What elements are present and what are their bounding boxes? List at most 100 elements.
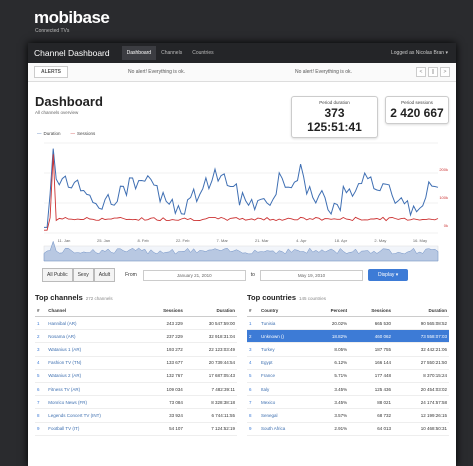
table-cell: 243 229	[143, 316, 185, 331]
row-link[interactable]: Fashion TV (TN)	[48, 360, 81, 365]
top-channels-table: # Channel Sessions Duration 1 Hannibal (A…	[35, 305, 237, 436]
table-row[interactable]: 2 Unknown () 18.82% 460 062 73 558:07:03	[247, 329, 449, 344]
row-link[interactable]: Nosama (AR)	[48, 334, 75, 339]
to-date-input[interactable]: May 19, 2010	[259, 269, 363, 281]
table-row[interactable]: 6 Fitness TV (AR) 109 034 7 482:39:11	[35, 382, 237, 397]
next-alert-button[interactable]: >	[440, 67, 450, 77]
table-cell: 7 482:39:11	[184, 382, 237, 397]
table-row[interactable]: 3 Watanius 1 (AR) 193 272 22 123:03:49	[35, 342, 237, 357]
table-cell: Egypt	[259, 356, 312, 370]
table-row[interactable]: 4 Egypt 6.12% 166 144 27 550:21:50	[247, 356, 449, 370]
table-cell: 10 468:50:31	[393, 422, 449, 436]
table-cell: 3	[35, 342, 47, 357]
table-cell: 187 755	[349, 342, 394, 357]
table-cell: 24 174:57:58	[393, 395, 449, 410]
filter-adult-button[interactable]: Adult	[93, 268, 116, 282]
x-axis-tick-label: 25. Jan	[97, 238, 110, 243]
column-header[interactable]: Sessions	[349, 305, 394, 317]
table-cell: 33 924	[143, 408, 185, 423]
table-cell: Turkey	[259, 342, 312, 357]
row-link[interactable]: Mexico	[261, 400, 275, 405]
table-cell: 237 229	[143, 329, 185, 344]
top-channels-heading: Top channels	[35, 293, 83, 302]
row-link[interactable]: Turkey	[261, 347, 275, 352]
sessions-series-line	[44, 154, 439, 231]
top-countries-table: # Country Percent Sessions Duration 1 Tun…	[247, 305, 449, 436]
table-row[interactable]: 5 Watanius 2 (AR) 132 767 17 687:05:43	[35, 369, 237, 383]
table-row[interactable]: 2 Nosama (AR) 237 229 32 918:31:04	[35, 329, 237, 344]
table-row[interactable]: 7 Monrico News (FR) 73 084 8 328:38:18	[35, 395, 237, 410]
to-label: to	[250, 272, 255, 278]
legend-sessions[interactable]: Sessions	[71, 131, 95, 136]
table-row[interactable]: 3 Turkey 8.05% 187 755 32 442:21:06	[247, 342, 449, 357]
row-link[interactable]: Fitness TV (AR)	[48, 387, 80, 392]
channels-count: 272 channels	[85, 296, 113, 301]
table-row[interactable]: 8 Legends Concert TV (INT) 33 924 6 744:11:…	[35, 408, 237, 423]
table-cell: 665 530	[349, 316, 394, 331]
table-cell: Unknown ()	[259, 329, 312, 344]
table-cell: 6 744:11:55	[184, 408, 237, 423]
x-axis-tick-label: 16. May	[413, 238, 427, 243]
table-row[interactable]: 6 Italy 3.45% 125 436 20 454:03:02	[247, 382, 449, 397]
tab-channels[interactable]: Channels	[156, 46, 187, 60]
column-header[interactable]: Percent	[311, 305, 350, 317]
column-header[interactable]: Sessions	[143, 305, 185, 317]
row-link[interactable]: Italy	[261, 387, 269, 392]
table-cell: Watanius 1 (AR)	[46, 342, 144, 357]
user-menu[interactable]: Logged as Nicolas Bran ▾	[391, 50, 448, 56]
table-cell: 133 677	[143, 356, 185, 370]
row-link[interactable]: France	[261, 373, 275, 378]
column-header[interactable]: Duration	[184, 305, 237, 317]
table-row[interactable]: 1 Tunisia 20.02% 665 530 90 565:08:52	[247, 316, 449, 331]
table-cell: 90 565:08:52	[393, 316, 449, 331]
table-cell: 7	[247, 395, 260, 410]
row-link[interactable]: Watanius 1 (AR)	[48, 347, 81, 352]
row-link[interactable]: Legends Concert TV (INT)	[48, 413, 101, 418]
alert-message: No alert! Everything is ok.	[294, 69, 352, 75]
column-header[interactable]: #	[247, 305, 260, 317]
x-axis-tick-label: 8. Feb	[137, 238, 149, 243]
table-cell: Senegal	[259, 408, 312, 423]
pause-alert-button[interactable]: ||	[428, 67, 438, 77]
legend-duration[interactable]: Duration	[37, 131, 61, 136]
table-cell: 20 454:03:02	[393, 382, 449, 397]
row-link[interactable]: Senegal	[261, 413, 278, 418]
table-cell: 22 123:03:49	[184, 342, 237, 357]
row-link[interactable]: Hannibal (AR)	[48, 321, 76, 326]
display-button[interactable]: Display ▾	[367, 269, 409, 281]
filter-all-public-button[interactable]: All Public	[42, 268, 73, 282]
x-axis-tick-label: 11. Jan	[58, 238, 71, 243]
tab-countries[interactable]: Countries	[187, 46, 218, 60]
row-link[interactable]: Egypt	[261, 360, 273, 365]
row-link[interactable]: Watanius 2 (AR)	[48, 373, 81, 378]
row-link[interactable]: Unknown ()	[261, 334, 284, 339]
table-row[interactable]: 8 Senegal 3.57% 68 732 12 199:26:15	[247, 408, 449, 423]
row-link[interactable]: Monrico News (FR)	[48, 400, 87, 405]
from-label: From	[125, 272, 137, 278]
period-duration-box: Period duration 373 125:51:41	[291, 96, 378, 138]
countries-count: 145 countries	[299, 296, 327, 301]
filter-sexy-button[interactable]: Sexy	[72, 268, 94, 282]
row-link[interactable]: Football TV (IT)	[48, 426, 79, 431]
table-cell: Monrico News (FR)	[46, 395, 144, 410]
table-cell: 8.05%	[311, 342, 350, 357]
table-row[interactable]: 7 Mexico 3.45% 88 021 24 174:57:58	[247, 395, 449, 410]
from-date-input[interactable]: January 21, 2010	[142, 269, 246, 281]
table-row[interactable]: 9 South Africa 2.91% 64 013 10 468:50:31	[247, 422, 449, 436]
table-row[interactable]: 1 Hannibal (AR) 243 229 30 547:59:00	[35, 316, 237, 331]
table-row[interactable]: 5 France 5.71% 177 448 8 370:15:24	[247, 369, 449, 383]
table-cell: 109 034	[143, 382, 185, 397]
x-axis-tick-label: 22. Feb	[176, 238, 190, 243]
column-header[interactable]: #	[35, 305, 47, 317]
sessions-duration-chart: 11. Jan 25. Jan 8. Feb 22. Feb 7. Mar 21. Mar…	[43, 142, 448, 262]
row-link[interactable]: Tunisia	[261, 321, 275, 326]
tab-dashboard[interactable]: Dashboard	[121, 46, 157, 60]
table-cell: 20.02%	[311, 316, 350, 331]
column-header[interactable]: Country	[259, 305, 312, 317]
row-link[interactable]: South Africa	[261, 426, 285, 431]
prev-alert-button[interactable]: <	[416, 67, 426, 77]
table-row[interactable]: 9 Football TV (IT) 54 107 7 124:52:19	[35, 422, 237, 436]
column-header[interactable]: Duration	[393, 305, 449, 317]
column-header[interactable]: Channel	[46, 305, 144, 317]
table-row[interactable]: 4 Fashion TV (TN) 133 677 20 739:44:54	[35, 356, 237, 370]
